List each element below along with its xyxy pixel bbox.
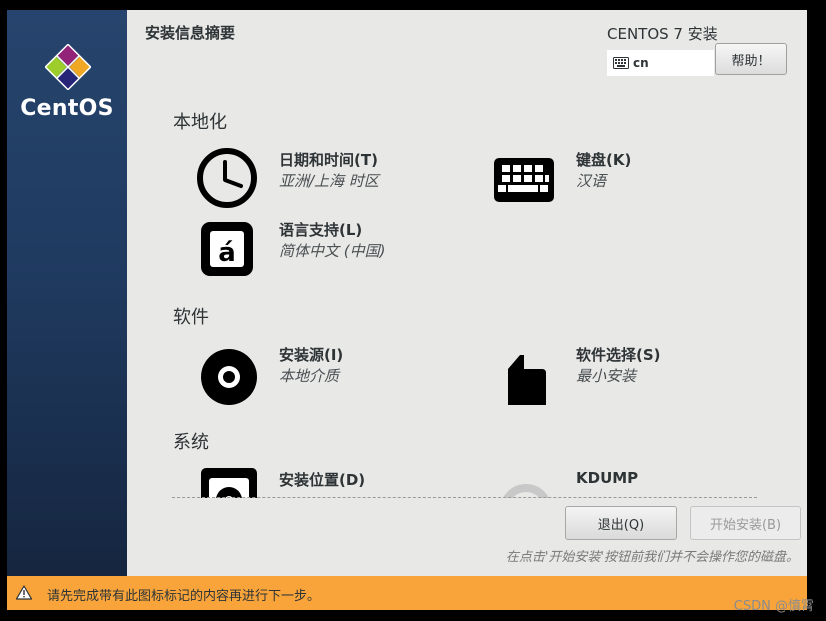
warning-bar: 请先完成带有此图标标记的内容再进行下一步。	[7, 576, 807, 610]
spoke-datetime-title: 日期和时间(T)	[279, 151, 378, 169]
warning-icon	[16, 585, 32, 600]
spoke-software-selection-title: 软件选择(S)	[576, 346, 661, 364]
spoke-software-selection-status: 最小安装	[576, 367, 637, 385]
centos-logo-icon	[45, 44, 91, 90]
disk-notice: 在点击'开始安装'按钮前我们并不会操作您的磁盘。	[505, 550, 799, 565]
section-localization: 本地化	[173, 112, 227, 133]
scroll-divider	[172, 497, 757, 498]
keyboard-icon	[494, 158, 554, 202]
spoke-language-status: 简体中文 (中国)	[279, 242, 386, 260]
help-button[interactable]: 帮助！	[715, 43, 787, 75]
spoke-installation-source-title: 安装源(I)	[279, 346, 344, 364]
kdump-icon	[503, 484, 549, 498]
harddisk-icon	[201, 468, 257, 498]
spoke-keyboard[interactable]: 键盘(K) 汉语	[492, 146, 792, 210]
spoke-datetime[interactable]: 日期和时间(T) 亚洲/上海 时区	[195, 146, 495, 210]
spoke-language[interactable]: á 语言支持(L) 简体中文 (中国)	[195, 216, 495, 280]
brand-name: CentOS	[20, 96, 114, 121]
keyboard-small-icon	[613, 57, 629, 69]
spoke-datetime-status: 亚洲/上海 时区	[279, 172, 379, 190]
watermark: CSDN @慎霄	[733, 599, 814, 614]
spoke-kdump[interactable]: KDUMP	[492, 466, 792, 498]
page-title: 安装信息摘要	[145, 24, 236, 42]
warning-text: 请先完成带有此图标标记的内容再进行下一步。	[47, 589, 321, 604]
spoke-keyboard-title: 键盘(K)	[576, 151, 632, 169]
begin-installation-button[interactable]: 开始安装(B)	[690, 506, 801, 540]
disc-icon	[201, 349, 257, 405]
svg-text:á: á	[218, 238, 236, 268]
spoke-installation-source[interactable]: 安装源(I) 本地介质	[195, 341, 495, 405]
language-icon: á	[201, 222, 253, 276]
spoke-installation-destination[interactable]: 安装位置(D)	[195, 466, 495, 498]
main-content: 安装信息摘要 CENTOS 7 安装 cn 帮助！ 本地化 日期和时间(T) 亚…	[127, 10, 807, 610]
clock-icon	[197, 148, 257, 208]
product-title: CENTOS 7 安装	[607, 25, 718, 43]
spoke-scroll-viewport[interactable]: 安装位置(D) KDUMP	[127, 450, 807, 498]
spoke-language-title: 语言支持(L)	[279, 221, 363, 239]
spoke-keyboard-status: 汉语	[576, 172, 607, 190]
section-software: 软件	[173, 307, 209, 328]
keyboard-layout-indicator[interactable]: cn	[607, 50, 714, 76]
package-icon	[508, 355, 546, 405]
keyboard-layout-label: cn	[633, 56, 649, 70]
installer-window: CentOS 安装信息摘要 CENTOS 7 安装 cn 帮助！ 本地化 日期和…	[7, 10, 807, 610]
quit-button[interactable]: 退出(Q)	[565, 506, 677, 540]
sidebar: CentOS	[7, 10, 127, 610]
spoke-installation-destination-title: 安装位置(D)	[279, 471, 366, 489]
spoke-kdump-title: KDUMP	[576, 469, 639, 487]
spoke-software-selection[interactable]: 软件选择(S) 最小安装	[492, 341, 792, 405]
spoke-installation-source-status: 本地介质	[279, 367, 340, 385]
